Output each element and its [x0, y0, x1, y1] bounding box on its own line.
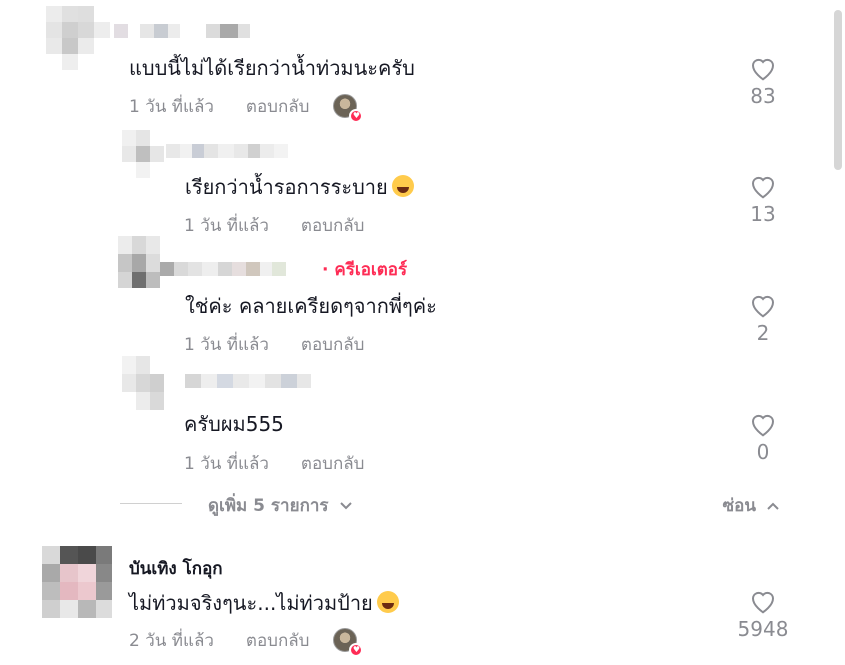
rofl-emoji	[376, 591, 399, 613]
scrollbar[interactable]	[831, 0, 845, 665]
reply-button[interactable]: ตอบกลับ	[301, 450, 365, 477]
like-button[interactable]: 83	[733, 54, 793, 108]
comment-meta: 1 วัน ที่แล้ว ตอบกลับ	[184, 450, 364, 477]
replies-controls: ดูเพิ่ม 5 รายการ ซ่อน	[120, 490, 800, 520]
heart-icon: ♥	[349, 642, 364, 657]
creator-liked-badge: ♥	[333, 627, 364, 657]
creator-liked-badge: ♥	[333, 93, 364, 123]
comment-meta: 1 วัน ที่แล้ว ตอบกลับ ♥	[129, 93, 364, 123]
like-count: 2	[756, 321, 770, 345]
reply-button[interactable]: ตอบกลับ	[246, 627, 310, 654]
like-button[interactable]: 0	[733, 410, 793, 464]
comment-time: 1 วัน ที่แล้ว	[184, 454, 269, 474]
comment-text: ไม่ท่วมจริงๆนะ...ไม่ท่วมป้าย	[129, 587, 399, 619]
comment-text: เรียกว่าน้ำรอการระบาย	[185, 171, 414, 203]
comment-time: 2 วัน ที่แล้ว	[129, 631, 214, 651]
comment-meta: 1 วัน ที่แล้ว ตอบกลับ	[184, 212, 364, 239]
divider	[120, 503, 182, 504]
heart-outline-icon	[751, 176, 775, 199]
like-button[interactable]: 2	[733, 291, 793, 345]
grinning-sweat-emoji	[391, 175, 414, 197]
chevron-up-icon	[767, 502, 779, 510]
avatar[interactable]	[42, 546, 112, 618]
comment-text-content: ไม่ท่วมจริงๆนะ...ไม่ท่วมป้าย	[129, 591, 373, 615]
reply-button[interactable]: ตอบกลับ	[301, 331, 365, 358]
comment-time: 1 วัน ที่แล้ว	[184, 335, 269, 355]
heart-outline-icon	[751, 58, 775, 81]
heart-outline-icon	[751, 414, 775, 437]
comment-meta: 1 วัน ที่แล้ว ตอบกลับ	[184, 331, 364, 358]
like-button[interactable]: 5948	[733, 587, 793, 641]
view-more-replies-button[interactable]: ดูเพิ่ม 5 รายการ	[208, 492, 353, 519]
heart-outline-icon	[751, 295, 775, 318]
scroll-thumb[interactable]	[834, 10, 842, 170]
comment-time: 1 วัน ที่แล้ว	[129, 97, 214, 117]
username-blurred[interactable]	[185, 372, 311, 390]
comment-time: 1 วัน ที่แล้ว	[184, 216, 269, 236]
reply-button[interactable]: ตอบกลับ	[246, 93, 310, 120]
hide-label: ซ่อน	[722, 496, 756, 516]
comment-text: ใช่ค่ะ คลายเครียดๆจากพี่ๆค่ะ	[185, 294, 437, 318]
heart-icon: ♥	[349, 108, 364, 123]
comment-meta: 2 วัน ที่แล้ว ตอบกลับ ♥	[129, 627, 364, 657]
comment-text: แบบนี้ไม่ได้เรียกว่าน้ำท่วมนะครับ	[129, 56, 415, 80]
chevron-down-icon	[339, 501, 352, 509]
like-count: 0	[756, 440, 770, 464]
like-count: 83	[750, 84, 776, 108]
view-more-label: ดูเพิ่ม 5 รายการ	[208, 496, 329, 516]
reply-button[interactable]: ตอบกลับ	[301, 212, 365, 239]
comment-text-content: เรียกว่าน้ำรอการระบาย	[185, 175, 388, 199]
username-blurred[interactable]	[166, 142, 288, 160]
avatar[interactable]	[46, 6, 110, 72]
comment-text: ครับผม555	[184, 412, 284, 436]
avatar[interactable]	[122, 130, 166, 180]
hide-replies-button[interactable]: ซ่อน	[723, 492, 780, 519]
like-count: 5948	[737, 617, 789, 641]
like-count: 13	[750, 202, 776, 226]
like-button[interactable]: 13	[733, 172, 793, 226]
avatar[interactable]	[122, 356, 166, 412]
avatar[interactable]	[118, 236, 160, 288]
heart-outline-icon	[751, 591, 775, 614]
username-blurred[interactable]	[160, 260, 286, 278]
creator-badge: · ครีเอเตอร์	[322, 260, 408, 280]
username-blurred[interactable]	[114, 22, 250, 40]
username[interactable]: บันเทิง โกอุก	[129, 555, 223, 582]
